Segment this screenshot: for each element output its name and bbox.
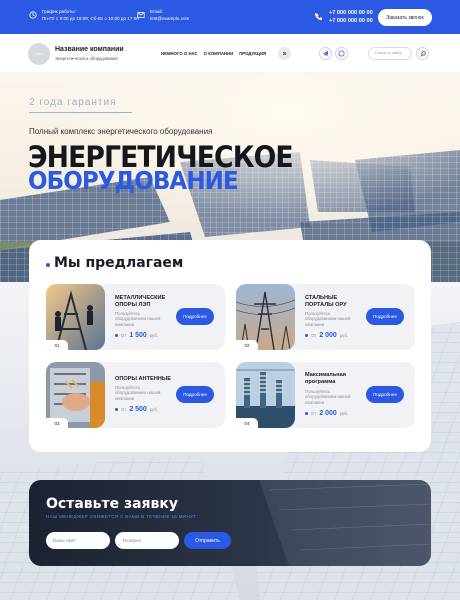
price-from: От (311, 411, 317, 416)
order-call-button[interactable]: Заказать звонок (378, 9, 432, 26)
email-link[interactable]: test@example.com (150, 16, 189, 23)
product-card-1[interactable]: 01 МЕТАЛЛИЧЕСКИЕ ОПОРЫ ЛЭП Пользуйтесь о… (46, 284, 225, 350)
price-dot (305, 334, 308, 337)
product-number-2: 02 (236, 340, 258, 350)
more-button-2[interactable]: Подробнее (366, 308, 404, 325)
product-desc-1: Пользуйтесь оборудованием нашей компании (115, 311, 161, 327)
product-price-2: От 2 000 руб. (305, 332, 348, 339)
price-from: От (121, 333, 127, 338)
send-button[interactable]: Отправить (184, 532, 231, 549)
clock-icon (29, 11, 37, 19)
product-card-3[interactable]: 03 ОПОРЫ АНТЕННЫЕ Пользуйтесь оборудован… (46, 362, 225, 428)
price-currency: руб. (149, 407, 159, 412)
name-input[interactable]: Ваше имя* (46, 532, 110, 549)
whatsapp-button[interactable] (335, 47, 348, 60)
phone-input[interactable]: Телефон (115, 532, 179, 549)
search-icon (419, 50, 426, 57)
main-nav: НЕМНОГО О НАС О КОМПАНИИ ПРОДУКЦИЯ (161, 51, 266, 56)
top-bar: График работы: Пн-Пт с 9:00 до 18:00; Сб… (0, 0, 460, 34)
price-currency: руб. (339, 411, 349, 416)
company-subtitle: Энергетического оборудования (55, 56, 118, 61)
form-title: Оставьте заявку (46, 496, 179, 512)
offers-section: Мы предлагаем 01 МЕТАЛЛИЧЕСКИЕ ОПОРЫ ЛЭП… (29, 240, 431, 452)
price-value: 2 500 (129, 406, 147, 413)
product-card-2[interactable]: 02 СТАЛЬНЫЕ ПОРТАЛЫ ОРУ Пользуйтесь обор… (236, 284, 415, 350)
nav-item-about-us[interactable]: НЕМНОГО О НАС (161, 51, 198, 56)
offers-title: Мы предлагаем (54, 255, 184, 271)
product-desc-4: Пользуйтесь оборудованием нашей компании (305, 389, 351, 405)
product-price-1: От 1 500 руб. (115, 332, 158, 339)
hero-subtitle: Полный комплекс энергетического оборудов… (29, 127, 213, 136)
bullet-dot (46, 263, 50, 267)
more-button-3[interactable]: Подробнее (176, 386, 214, 403)
nav-item-company[interactable]: О КОМПАНИИ (204, 51, 234, 56)
product-number-1: 01 (46, 340, 68, 350)
product-number-3: 03 (46, 418, 68, 428)
product-price-3: От 2 500 руб. (115, 406, 158, 413)
email-block: Email: test@example.com (137, 9, 189, 22)
product-name-2: СТАЛЬНЫЕ ПОРТАЛЫ ОРУ (305, 295, 347, 308)
price-currency: руб. (339, 333, 349, 338)
mail-icon (137, 12, 145, 18)
product-number-4: 04 (236, 418, 258, 428)
whatsapp-icon (338, 50, 345, 57)
search-input[interactable]: Поиск по сайту (368, 47, 412, 60)
more-button-4[interactable]: Подробнее (366, 386, 404, 403)
company-name: Название компании (55, 46, 124, 53)
price-value: 1 500 (129, 332, 147, 339)
search-button[interactable] (416, 47, 429, 60)
price-currency: руб. (149, 333, 159, 338)
product-card-4[interactable]: 04 Максимальная программа Пользуйтесь об… (236, 362, 415, 428)
product-price-4: От 2 000 руб. (305, 410, 348, 417)
price-from: От (311, 333, 317, 338)
nav-more-button[interactable] (278, 47, 291, 60)
product-desc-3: Пользуйтесь оборудованием нашей компании (115, 385, 161, 401)
price-dot (115, 408, 118, 411)
more-button-1[interactable]: Подробнее (176, 308, 214, 325)
product-desc-2: Пользуйтесь оборудованием нашей компании (305, 311, 351, 327)
hero-title-line-2: ОБОРУДОВАНИЕ (28, 166, 239, 195)
working-hours: График работы: Пн-Пт с 9:00 до 18:00; Сб… (29, 9, 139, 22)
telegram-button[interactable] (319, 47, 332, 60)
phone-2[interactable]: +7 000 000 00 00 (329, 18, 373, 26)
price-from: От (121, 407, 127, 412)
product-name-4: Максимальная программа (305, 372, 347, 385)
request-form: Оставьте заявку НАШ МЕНЕДЖЕР СВЯЖЕТСЯ С … (29, 480, 431, 566)
nav-item-products[interactable]: ПРОДУКЦИЯ (239, 51, 266, 56)
double-chevron-right-icon (282, 51, 287, 56)
product-name-3: ОПОРЫ АНТЕННЫЕ (115, 376, 171, 382)
site-header: Лого Название компании Энергетического о… (0, 34, 460, 72)
price-value: 2 000 (319, 410, 337, 417)
price-value: 2 000 (319, 332, 337, 339)
logo[interactable]: Лого (28, 43, 50, 65)
form-subtitle: НАШ МЕНЕДЖЕР СВЯЖЕТСЯ С ВАМИ В ТЕЧЕНИЕ 1… (46, 514, 197, 519)
form-panel-background (259, 480, 431, 566)
phone-icon (315, 13, 322, 20)
price-dot (305, 412, 308, 415)
guarantee-label: 2 года гарантия (29, 97, 117, 108)
hours-value: Пн-Пт с 9:00 до 18:00; Сб-Вс с 10:00 до … (42, 15, 139, 21)
price-dot (115, 334, 118, 337)
telegram-icon (322, 51, 329, 56)
product-name-1: МЕТАЛЛИЧЕСКИЕ ОПОРЫ ЛЭП (115, 295, 166, 308)
phone-1[interactable]: +7 000 000 00 00 (329, 10, 373, 18)
guarantee-underline (29, 112, 132, 113)
phones: +7 000 000 00 00 +7 000 000 00 00 (329, 10, 373, 25)
